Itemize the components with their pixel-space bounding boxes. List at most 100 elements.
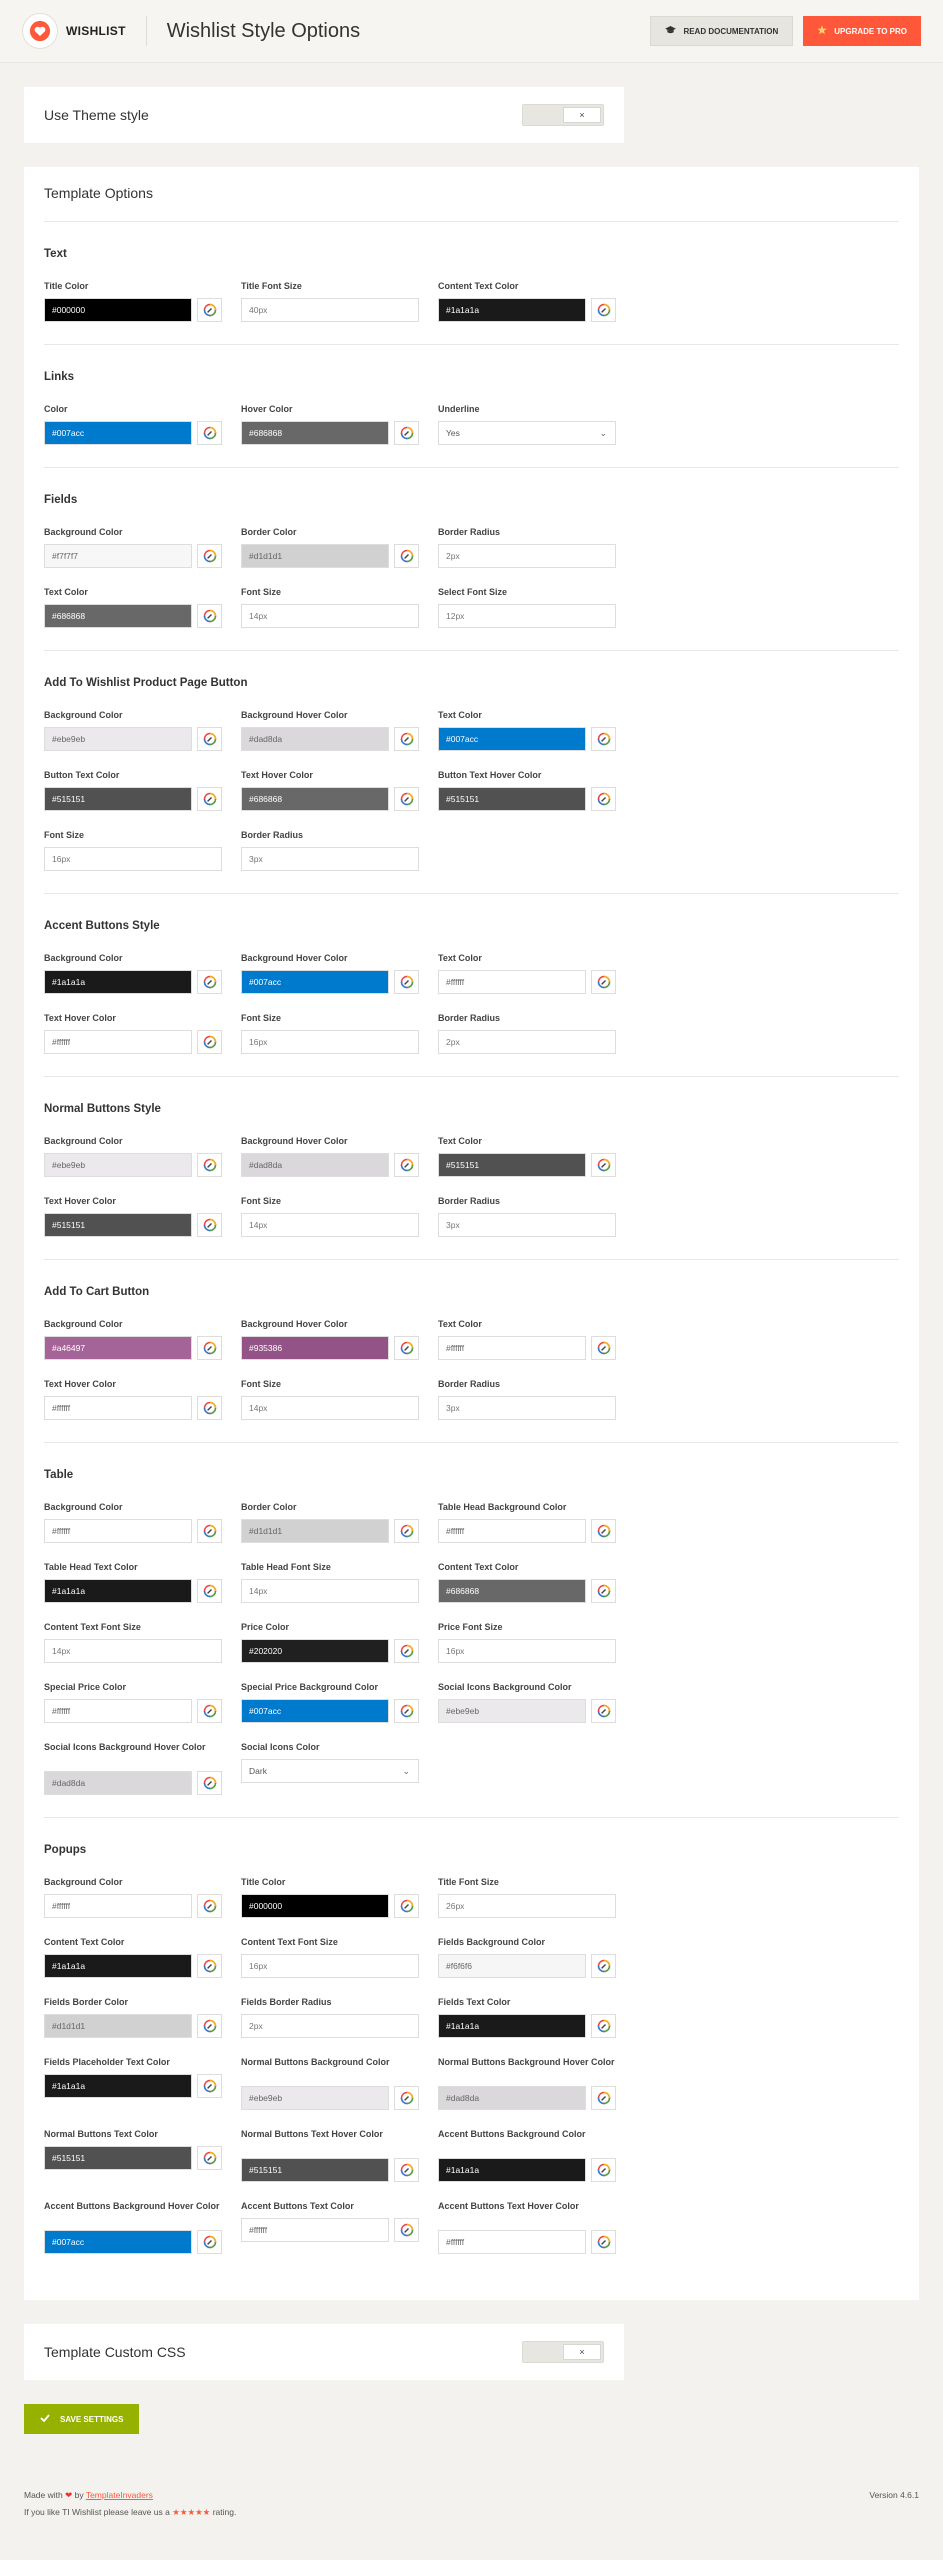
color-wheel-icon[interactable] xyxy=(394,2158,419,2182)
color-wheel-icon[interactable] xyxy=(394,1639,419,1663)
color-wheel-icon[interactable] xyxy=(197,2230,222,2254)
fields-select-font-size-input[interactable]: 12px xyxy=(438,604,616,628)
color-wheel-icon[interactable] xyxy=(394,1519,419,1543)
popups-title-font-size-input[interactable]: 26px xyxy=(438,1894,616,1918)
color-wheel-icon[interactable] xyxy=(591,2086,616,2110)
popups-fields-border-color-color-input[interactable]: #d1d1d1 xyxy=(44,2014,192,2038)
color-wheel-icon[interactable] xyxy=(394,2218,419,2242)
popups-fields-placeholder-text-color-color-input[interactable]: #1a1a1a xyxy=(44,2074,192,2098)
table-content-text-font-size-input[interactable]: 14px xyxy=(44,1639,222,1663)
table-content-text-color-color-input[interactable]: #686868 xyxy=(438,1579,586,1603)
add-to-wishlist-product-page-button-font-size-input[interactable]: 16px xyxy=(44,847,222,871)
color-wheel-icon[interactable] xyxy=(394,1894,419,1918)
table-price-color-color-input[interactable]: #202020 xyxy=(241,1639,389,1663)
color-wheel-icon[interactable] xyxy=(197,2014,222,2038)
popups-fields-text-color-color-input[interactable]: #1a1a1a xyxy=(438,2014,586,2038)
color-wheel-icon[interactable] xyxy=(394,421,419,445)
upgrade-to-pro-button[interactable]: UPGRADE TO PRO xyxy=(803,16,921,46)
links-hover-color-color-input[interactable]: #686868 xyxy=(241,421,389,445)
normal-buttons-style-background-hover-color-color-input[interactable]: #dad8da xyxy=(241,1153,389,1177)
add-to-wishlist-product-page-button-button-text-hover-color-color-input[interactable]: #515151 xyxy=(438,787,586,811)
save-settings-button[interactable]: SAVE SETTINGS xyxy=(24,2404,140,2434)
accent-buttons-style-text-color-color-input[interactable]: #ffffff xyxy=(438,970,586,994)
color-wheel-icon[interactable] xyxy=(591,1153,616,1177)
fields-text-color-color-input[interactable]: #686868 xyxy=(44,604,192,628)
add-to-wishlist-product-page-button-background-hover-color-color-input[interactable]: #dad8da xyxy=(241,727,389,751)
color-wheel-icon[interactable] xyxy=(197,2074,222,2098)
normal-buttons-style-text-hover-color-color-input[interactable]: #515151 xyxy=(44,1213,192,1237)
table-special-price-background-color-color-input[interactable]: #007acc xyxy=(241,1699,389,1723)
popups-content-text-color-color-input[interactable]: #1a1a1a xyxy=(44,1954,192,1978)
accent-buttons-style-background-color-color-input[interactable]: #1a1a1a xyxy=(44,970,192,994)
normal-buttons-style-text-color-color-input[interactable]: #515151 xyxy=(438,1153,586,1177)
color-wheel-icon[interactable] xyxy=(591,1699,616,1723)
table-table-head-background-color-color-input[interactable]: #ffffff xyxy=(438,1519,586,1543)
use-theme-style-toggle[interactable]: × xyxy=(522,104,604,126)
color-wheel-icon[interactable] xyxy=(197,1771,222,1795)
color-wheel-icon[interactable] xyxy=(591,1519,616,1543)
add-to-cart-button-text-hover-color-color-input[interactable]: #ffffff xyxy=(44,1396,192,1420)
color-wheel-icon[interactable] xyxy=(591,2230,616,2254)
fields-background-color-color-input[interactable]: #f7f7f7 xyxy=(44,544,192,568)
fields-border-color-color-input[interactable]: #d1d1d1 xyxy=(241,544,389,568)
color-wheel-icon[interactable] xyxy=(591,787,616,811)
color-wheel-icon[interactable] xyxy=(197,727,222,751)
popups-normal-buttons-background-color-color-input[interactable]: #ebe9eb xyxy=(241,2086,389,2110)
table-special-price-color-color-input[interactable]: #ffffff xyxy=(44,1699,192,1723)
color-wheel-icon[interactable] xyxy=(197,2146,222,2170)
color-wheel-icon[interactable] xyxy=(197,1894,222,1918)
color-wheel-icon[interactable] xyxy=(394,727,419,751)
add-to-cart-button-background-color-color-input[interactable]: #a46497 xyxy=(44,1336,192,1360)
logo[interactable]: WISHLIST xyxy=(22,13,126,49)
color-wheel-icon[interactable] xyxy=(591,2158,616,2182)
popups-normal-buttons-background-hover-color-color-input[interactable]: #dad8da xyxy=(438,2086,586,2110)
table-social-icons-background-hover-color-color-input[interactable]: #dad8da xyxy=(44,1771,192,1795)
color-wheel-icon[interactable] xyxy=(197,298,222,322)
color-wheel-icon[interactable] xyxy=(394,2086,419,2110)
popups-normal-buttons-text-color-color-input[interactable]: #515151 xyxy=(44,2146,192,2170)
normal-buttons-style-font-size-input[interactable]: 14px xyxy=(241,1213,419,1237)
table-background-color-color-input[interactable]: #ffffff xyxy=(44,1519,192,1543)
template-custom-css-toggle[interactable]: × xyxy=(522,2341,604,2363)
add-to-cart-button-font-size-input[interactable]: 14px xyxy=(241,1396,419,1420)
color-wheel-icon[interactable] xyxy=(197,1519,222,1543)
popups-accent-buttons-text-hover-color-color-input[interactable]: #ffffff xyxy=(438,2230,586,2254)
color-wheel-icon[interactable] xyxy=(591,1954,616,1978)
add-to-wishlist-product-page-button-text-color-color-input[interactable]: #007acc xyxy=(438,727,586,751)
popups-content-text-font-size-input[interactable]: 16px xyxy=(241,1954,419,1978)
table-social-icons-color-select[interactable]: Dark ⌄ xyxy=(241,1759,419,1783)
popups-normal-buttons-text-hover-color-color-input[interactable]: #515151 xyxy=(241,2158,389,2182)
popups-title-color-color-input[interactable]: #000000 xyxy=(241,1894,389,1918)
popups-accent-buttons-background-hover-color-color-input[interactable]: #007acc xyxy=(44,2230,192,2254)
color-wheel-icon[interactable] xyxy=(591,1336,616,1360)
color-wheel-icon[interactable] xyxy=(394,544,419,568)
table-table-head-text-color-color-input[interactable]: #1a1a1a xyxy=(44,1579,192,1603)
color-wheel-icon[interactable] xyxy=(197,1579,222,1603)
links-color-color-input[interactable]: #007acc xyxy=(44,421,192,445)
color-wheel-icon[interactable] xyxy=(591,298,616,322)
color-wheel-icon[interactable] xyxy=(394,970,419,994)
accent-buttons-style-background-hover-color-color-input[interactable]: #007acc xyxy=(241,970,389,994)
add-to-wishlist-product-page-button-border-radius-input[interactable]: 3px xyxy=(241,847,419,871)
normal-buttons-style-border-radius-input[interactable]: 3px xyxy=(438,1213,616,1237)
color-wheel-icon[interactable] xyxy=(394,1699,419,1723)
accent-buttons-style-text-hover-color-color-input[interactable]: #ffffff xyxy=(44,1030,192,1054)
table-border-color-color-input[interactable]: #d1d1d1 xyxy=(241,1519,389,1543)
color-wheel-icon[interactable] xyxy=(197,787,222,811)
color-wheel-icon[interactable] xyxy=(197,421,222,445)
table-social-icons-background-color-color-input[interactable]: #ebe9eb xyxy=(438,1699,586,1723)
color-wheel-icon[interactable] xyxy=(591,727,616,751)
popups-background-color-color-input[interactable]: #ffffff xyxy=(44,1894,192,1918)
color-wheel-icon[interactable] xyxy=(197,1336,222,1360)
accent-buttons-style-border-radius-input[interactable]: 2px xyxy=(438,1030,616,1054)
color-wheel-icon[interactable] xyxy=(197,1213,222,1237)
popups-accent-buttons-background-color-color-input[interactable]: #1a1a1a xyxy=(438,2158,586,2182)
table-table-head-font-size-input[interactable]: 14px xyxy=(241,1579,419,1603)
add-to-wishlist-product-page-button-background-color-color-input[interactable]: #ebe9eb xyxy=(44,727,192,751)
popups-accent-buttons-text-color-color-input[interactable]: #ffffff xyxy=(241,2218,389,2242)
color-wheel-icon[interactable] xyxy=(591,2014,616,2038)
color-wheel-icon[interactable] xyxy=(197,544,222,568)
links-underline-select[interactable]: Yes ⌄ xyxy=(438,421,616,445)
add-to-wishlist-product-page-button-text-hover-color-color-input[interactable]: #686868 xyxy=(241,787,389,811)
rating-stars-link[interactable]: ★★★★★ xyxy=(172,2507,210,2517)
